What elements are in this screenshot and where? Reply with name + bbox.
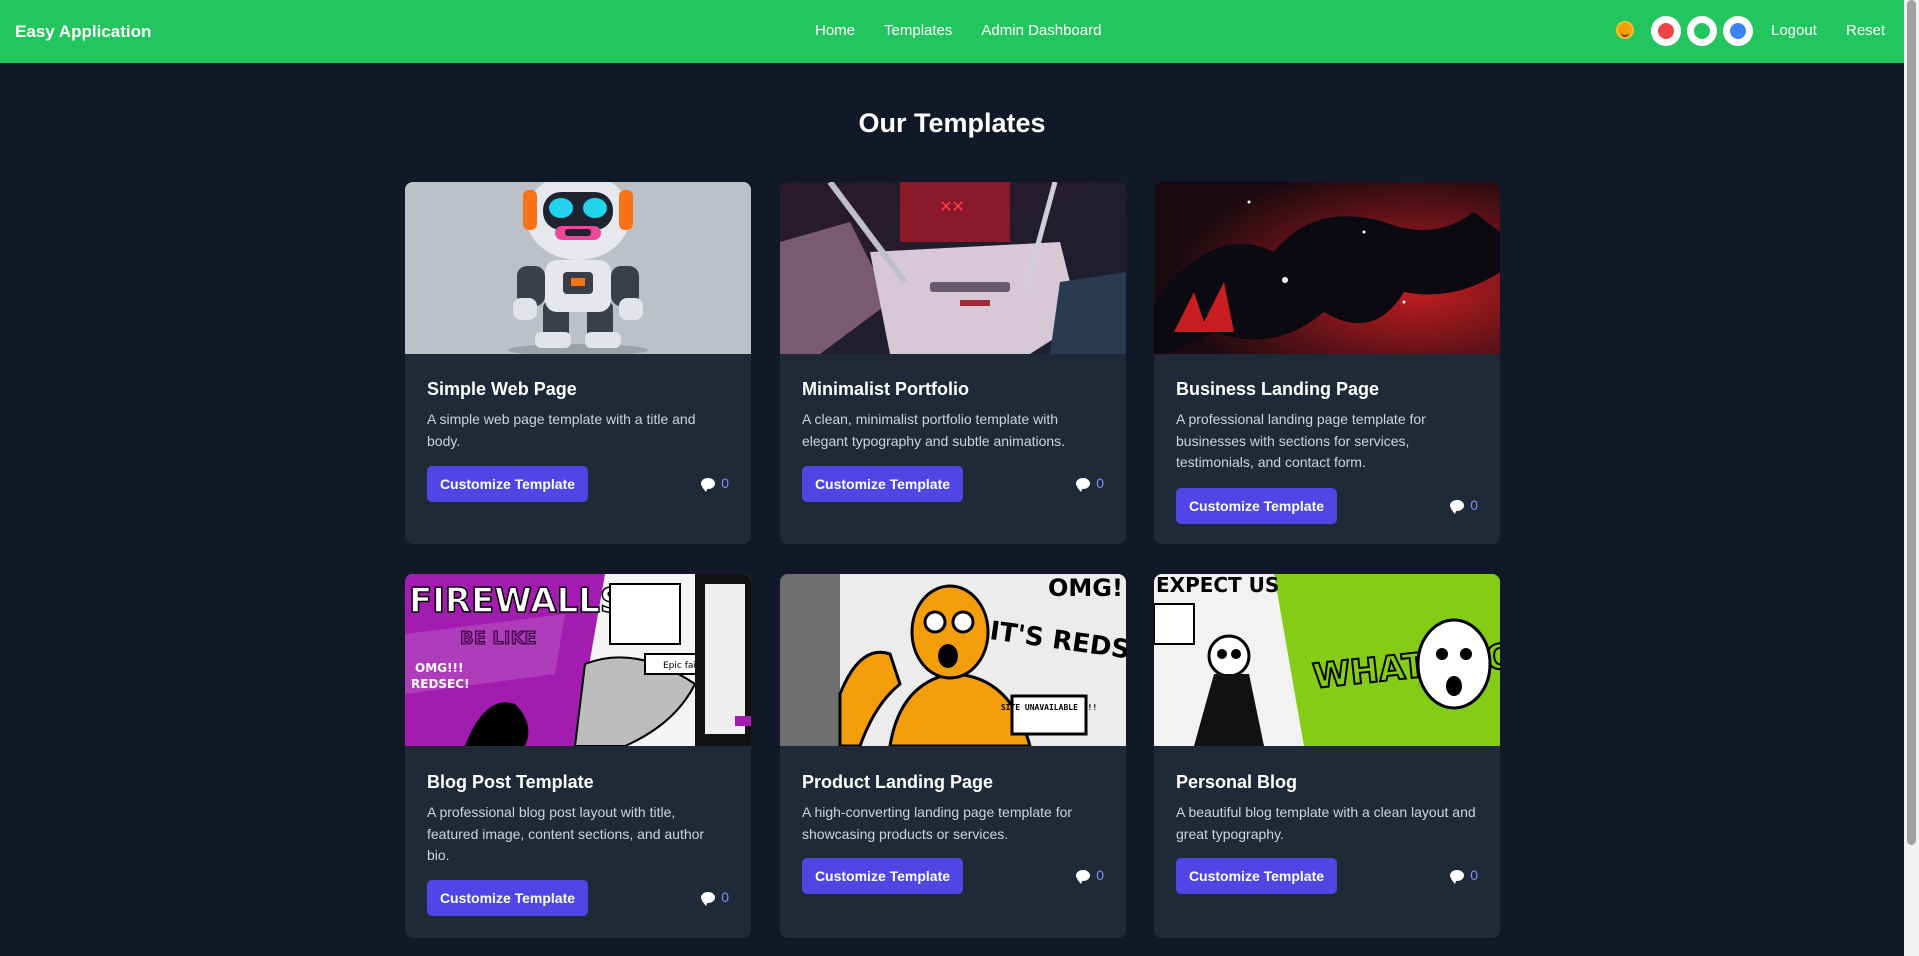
nav-home-link[interactable]: Home xyxy=(815,22,855,39)
card-body: Simple Web Page A simple web page templa… xyxy=(427,377,729,452)
nav-links: Home Templates Admin Dashboard xyxy=(815,22,1101,39)
template-card: EXPECT US WHAT LOOK Personal Blog A beau… xyxy=(1154,574,1500,938)
customize-template-button[interactable]: Customize Template xyxy=(427,466,588,502)
template-image-robot-close-up: ✕✕ xyxy=(780,182,1126,354)
template-image-comic-lime-skeleton: EXPECT US WHAT LOOK xyxy=(1154,574,1500,746)
expect-us-text: EXPECT US xyxy=(1156,574,1279,597)
redsec-text: REDSEC! xyxy=(411,677,470,691)
scrollbar-thumb[interactable] xyxy=(1907,0,1916,845)
comments-count[interactable]: 0 xyxy=(701,889,729,906)
comment-count-value: 0 xyxy=(1470,867,1478,883)
card-body: Minimalist Portfolio A clean, minimalist… xyxy=(802,377,1104,452)
brand-logo[interactable]: Easy Application xyxy=(15,22,151,42)
firewalls-text: FIREWALLS xyxy=(409,581,624,621)
comic-lime-skeleton-illustration: EXPECT US WHAT LOOK xyxy=(1154,574,1500,746)
comments-count[interactable]: 0 xyxy=(1450,497,1478,514)
card-description: A professional blog post layout with tit… xyxy=(427,804,705,863)
customize-template-button[interactable]: Customize Template xyxy=(427,880,588,916)
comment-icon xyxy=(1076,477,1091,492)
template-card: OMG!! IT'S REDSE SITE UNAVAILABLE !!! Pr… xyxy=(780,574,1126,938)
comment-icon xyxy=(1450,869,1465,884)
card-description: A beautiful blog template with a clean l… xyxy=(1176,804,1476,842)
template-card: Business Landing Page A professional lan… xyxy=(1154,182,1500,544)
template-card: ✕✕ Minimalist Portfolio A clean, minimal… xyxy=(780,182,1126,544)
card-body: Business Landing Page A professional lan… xyxy=(1176,377,1478,474)
comment-icon xyxy=(1076,869,1091,884)
card-description: A high-converting landing page template … xyxy=(802,804,1073,842)
comments-count[interactable]: 0 xyxy=(1076,475,1104,492)
page-title: Our Templates xyxy=(858,108,1046,138)
robot-close-up-illustration: ✕✕ xyxy=(780,182,1126,354)
smiley-icon[interactable] xyxy=(1616,21,1634,39)
customize-template-button[interactable]: Customize Template xyxy=(1176,488,1337,524)
card-title: Blog Post Template xyxy=(427,772,594,792)
comment-icon xyxy=(1450,499,1465,514)
theme-green-button[interactable] xyxy=(1687,16,1717,46)
comment-count-value: 0 xyxy=(1470,497,1478,513)
comments-count[interactable]: 0 xyxy=(1076,867,1104,884)
customize-template-button[interactable]: Customize Template xyxy=(1176,858,1337,894)
comic-orange-man-illustration: OMG!! IT'S REDSE SITE UNAVAILABLE !!! xyxy=(780,574,1126,746)
nav-admin-dashboard-link[interactable]: Admin Dashboard xyxy=(981,22,1101,39)
comment-count-value: 0 xyxy=(721,889,729,905)
comments-count[interactable]: 0 xyxy=(701,475,729,492)
card-body: Blog Post Template A professional blog p… xyxy=(427,770,729,867)
template-card: Simple Web Page A simple web page templa… xyxy=(405,182,751,544)
card-body: Product Landing Page A high-converting l… xyxy=(802,770,1104,845)
comments-count[interactable]: 0 xyxy=(1450,867,1478,884)
card-description: A clean, minimalist portfolio template w… xyxy=(802,411,1066,449)
comment-icon xyxy=(701,891,716,906)
template-image-comic-firewalls: FIREWALLS BE LIKE OMG!!! REDSEC! Epic fa… xyxy=(405,574,751,746)
customize-template-button[interactable]: Customize Template xyxy=(802,858,963,894)
be-like-text: BE LIKE xyxy=(460,628,537,649)
dark-dragon-illustration xyxy=(1154,182,1500,354)
card-description: A simple web page template with a title … xyxy=(427,411,696,449)
template-card: FIREWALLS BE LIKE OMG!!! REDSEC! Epic fa… xyxy=(405,574,751,938)
logout-link[interactable]: Logout xyxy=(1771,22,1817,39)
customize-template-button[interactable]: Customize Template xyxy=(802,466,963,502)
card-title: Product Landing Page xyxy=(802,772,994,792)
template-image-comic-orange-man: OMG!! IT'S REDSE SITE UNAVAILABLE !!! xyxy=(780,574,1126,746)
site-unavailable-text: SITE UNAVAILABLE !!! xyxy=(1001,703,1097,712)
card-description: A professional landing page template for… xyxy=(1176,411,1426,470)
theme-blue-button[interactable] xyxy=(1723,16,1753,46)
theme-red-button[interactable] xyxy=(1651,16,1681,46)
omg-text: OMG!!! xyxy=(415,661,463,675)
top-navbar: Easy Application Home Templates Admin Da… xyxy=(0,0,1904,63)
vertical-scrollbar[interactable] xyxy=(1904,0,1919,956)
comment-count-value: 0 xyxy=(721,475,729,491)
template-image-robot-toy xyxy=(405,182,751,354)
card-body: Personal Blog A beautiful blog template … xyxy=(1176,770,1478,845)
comment-count-value: 0 xyxy=(1096,475,1104,491)
template-image-dark-dragon xyxy=(1154,182,1500,354)
svg-text:✕✕: ✕✕ xyxy=(940,196,964,219)
comic-firewalls-illustration: FIREWALLS BE LIKE OMG!!! REDSEC! Epic fa… xyxy=(405,574,751,746)
card-title: Simple Web Page xyxy=(427,379,577,399)
comment-icon xyxy=(701,477,716,492)
robot-toy-illustration xyxy=(405,182,751,354)
card-title: Business Landing Page xyxy=(1176,379,1380,399)
omg-shout-text: OMG!! xyxy=(1048,574,1126,602)
card-title: Minimalist Portfolio xyxy=(802,379,970,399)
reset-link[interactable]: Reset xyxy=(1846,22,1885,39)
card-title: Personal Blog xyxy=(1176,772,1298,792)
nav-templates-link[interactable]: Templates xyxy=(884,22,952,39)
comment-count-value: 0 xyxy=(1096,867,1104,883)
